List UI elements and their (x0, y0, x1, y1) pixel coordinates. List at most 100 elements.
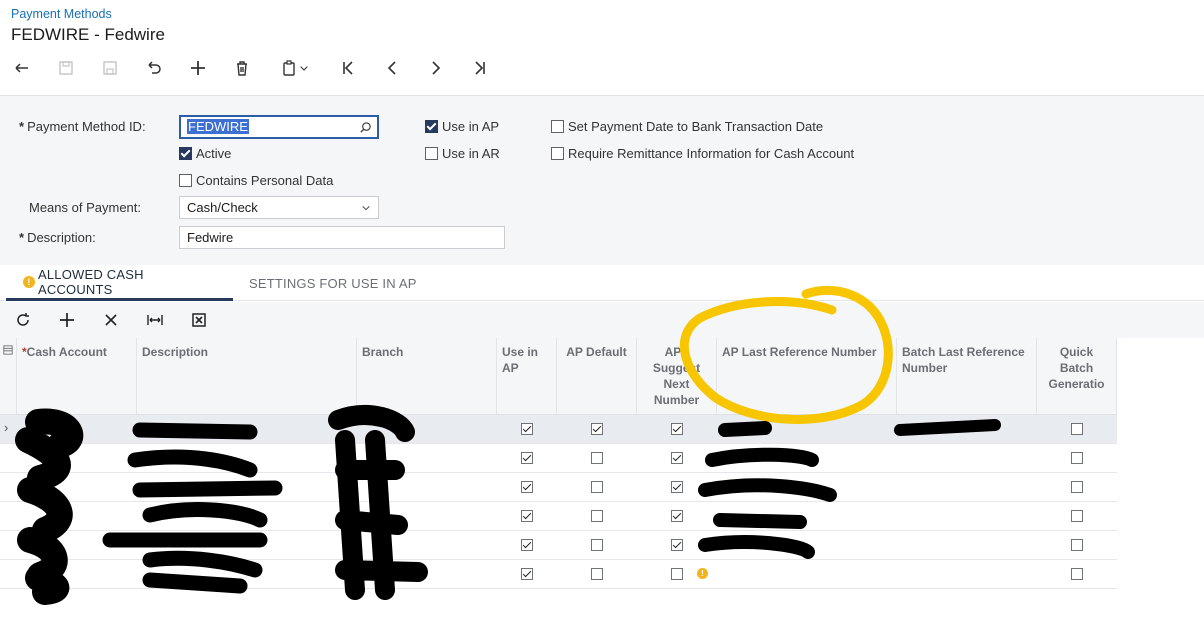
search-icon[interactable] (359, 121, 372, 134)
cell-checkbox-suggest-next[interactable] (671, 423, 683, 435)
trash-icon (237, 61, 247, 76)
page-title: FEDWIRE - Fedwire (11, 25, 165, 44)
header-ap-last-reference[interactable]: AP Last Reference Number (717, 338, 897, 415)
tab-settings-for-use-in-ap[interactable]: SETTINGS FOR USE IN AP (249, 265, 417, 301)
header-cash-account[interactable]: *Cash Account (17, 338, 137, 415)
undo-arrow-icon (15, 63, 28, 73)
cancel-button[interactable] (141, 56, 167, 80)
set-payment-date-checkbox[interactable]: Set Payment Date to Bank Transaction Dat… (551, 119, 823, 134)
plus-icon (191, 61, 205, 75)
header-use-in-ap[interactable]: Use in AP (497, 338, 557, 415)
cell-checkbox-use-in-ap[interactable] (521, 481, 533, 493)
header-ap-default[interactable]: AP Default (557, 338, 637, 415)
active-check-box[interactable] (179, 147, 192, 160)
tab-allowed-cash-accounts[interactable]: ! ALLOWED CASH ACCOUNTS (6, 265, 233, 301)
cell-checkbox-ap-default[interactable] (591, 423, 603, 435)
cell-checkbox-suggest-next[interactable] (671, 481, 683, 493)
table-row[interactable] (0, 531, 1117, 560)
cell-checkbox-ap-default[interactable] (591, 539, 603, 551)
cell-checkbox-use-in-ap[interactable] (521, 452, 533, 464)
header-ap-suggest-next[interactable]: AP - Suggest Next Number (637, 338, 717, 415)
description-value: Fedwire (187, 230, 234, 245)
last-record-icon (475, 61, 485, 75)
cell-checkbox-quick-batch[interactable] (1071, 539, 1083, 551)
copy-paste-button[interactable] (273, 56, 317, 80)
chevron-down-icon (362, 205, 370, 211)
cell-checkbox-quick-batch[interactable] (1071, 568, 1083, 580)
active-checkbox[interactable]: Active (179, 146, 231, 161)
cell-checkbox-use-in-ap[interactable] (521, 568, 533, 580)
cell-checkbox-suggest-next[interactable] (671, 452, 683, 464)
fit-width-icon (147, 315, 163, 325)
breadcrumb[interactable]: Payment Methods (11, 7, 112, 21)
current-row-indicator-icon: › (4, 420, 9, 435)
cell-checkbox-ap-default[interactable] (591, 481, 603, 493)
header-description[interactable]: Description (137, 338, 357, 415)
means-of-payment-select[interactable]: Cash/Check (179, 196, 379, 219)
column-settings-header[interactable] (0, 338, 17, 415)
revert-icon (148, 61, 161, 74)
header-branch[interactable]: Branch (357, 338, 497, 415)
table-row[interactable]: › (0, 415, 1117, 444)
cell-checkbox-ap-default[interactable] (591, 452, 603, 464)
chevron-down-icon (300, 66, 308, 71)
payment-method-form: * Payment Method ID: FEDWIRE Active Conta… (0, 95, 1204, 265)
cell-checkbox-use-in-ap[interactable] (521, 539, 533, 551)
payment-method-id-input[interactable]: FEDWIRE (179, 115, 379, 139)
table-row[interactable]: ! (0, 560, 1117, 589)
use-in-ar-checkbox[interactable]: Use in AR (425, 146, 500, 161)
use-in-ar-label: Use in AR (442, 146, 500, 161)
cell-checkbox-quick-batch[interactable] (1071, 452, 1083, 464)
cell-checkbox-quick-batch[interactable] (1071, 510, 1083, 522)
payment-method-id-label: * Payment Method ID: (19, 119, 146, 134)
table-row[interactable] (0, 444, 1117, 473)
last-button[interactable] (467, 56, 493, 80)
cell-checkbox-quick-batch[interactable] (1071, 481, 1083, 493)
save-close-button[interactable] (53, 56, 79, 80)
require-remittance-checkbox[interactable]: Require Remittance Information for Cash … (551, 146, 854, 161)
contains-personal-data-check-box[interactable] (179, 174, 192, 187)
cell-checkbox-use-in-ap[interactable] (521, 423, 533, 435)
table-row[interactable] (0, 502, 1117, 531)
save-button[interactable] (97, 56, 123, 80)
delete-button[interactable] (229, 56, 255, 80)
first-record-icon (343, 61, 353, 75)
header-batch-last-reference[interactable]: Batch Last Reference Number (897, 338, 1037, 415)
contains-personal-data-checkbox[interactable]: Contains Personal Data (179, 173, 333, 188)
warning-icon: ! (23, 275, 35, 288)
use-in-ap-check-box[interactable] (425, 120, 438, 133)
use-in-ap-label: Use in AP (442, 119, 500, 134)
use-in-ar-check-box[interactable] (425, 147, 438, 160)
add-row-button[interactable] (55, 308, 79, 332)
save-icon (103, 61, 117, 75)
description-input[interactable]: Fedwire (179, 226, 505, 249)
require-remittance-label: Require Remittance Information for Cash … (568, 146, 855, 161)
cell-checkbox-suggest-next[interactable] (671, 510, 683, 522)
cell-checkbox-ap-default[interactable] (591, 510, 603, 522)
cell-checkbox-ap-default[interactable] (591, 568, 603, 580)
prev-button[interactable] (379, 56, 405, 80)
payment-method-id-value: FEDWIRE (187, 119, 249, 134)
export-excel-button[interactable] (187, 308, 211, 332)
delete-row-button[interactable] (99, 308, 123, 332)
require-remittance-check-box[interactable] (551, 147, 564, 160)
use-in-ap-checkbox[interactable]: Use in AP (425, 119, 499, 134)
cell-checkbox-suggest-next[interactable] (671, 568, 683, 580)
header-quick-batch[interactable]: Quick Batch Generatio (1037, 338, 1117, 415)
set-payment-date-check-box[interactable] (551, 120, 564, 133)
chevron-left-icon (387, 61, 396, 75)
fit-columns-button[interactable] (143, 308, 167, 332)
add-button[interactable] (185, 56, 211, 80)
clipboard-icon (283, 60, 295, 76)
refresh-button[interactable] (11, 308, 35, 332)
first-button[interactable] (335, 56, 361, 80)
active-label: Active (196, 146, 232, 161)
tab-bar: ! ALLOWED CASH ACCOUNTS SETTINGS FOR USE… (0, 265, 1204, 301)
table-row[interactable] (0, 473, 1117, 502)
back-button[interactable] (9, 56, 35, 80)
cell-checkbox-quick-batch[interactable] (1071, 423, 1083, 435)
cell-checkbox-use-in-ap[interactable] (521, 510, 533, 522)
column-settings-icon (3, 345, 13, 355)
next-button[interactable] (423, 56, 449, 80)
cell-checkbox-suggest-next[interactable] (671, 539, 683, 551)
